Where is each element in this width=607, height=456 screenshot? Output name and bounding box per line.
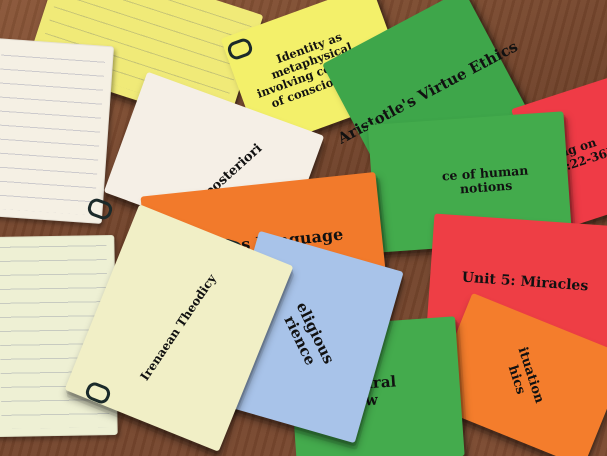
card-miracles-label: Unit 5: Miracles xyxy=(461,269,589,295)
card-religious-label: eligious rience xyxy=(280,299,338,369)
card-situation-label: ituation hics xyxy=(504,345,547,406)
handwriting xyxy=(0,46,106,216)
card-irenaean-label: Irenaean Theodicy xyxy=(137,271,219,384)
photo-scene: Identity as metaphysical, involving cont… xyxy=(0,0,607,456)
card-emotions-label: ce of human notions xyxy=(441,162,529,197)
handwritten-note-top xyxy=(0,38,115,224)
